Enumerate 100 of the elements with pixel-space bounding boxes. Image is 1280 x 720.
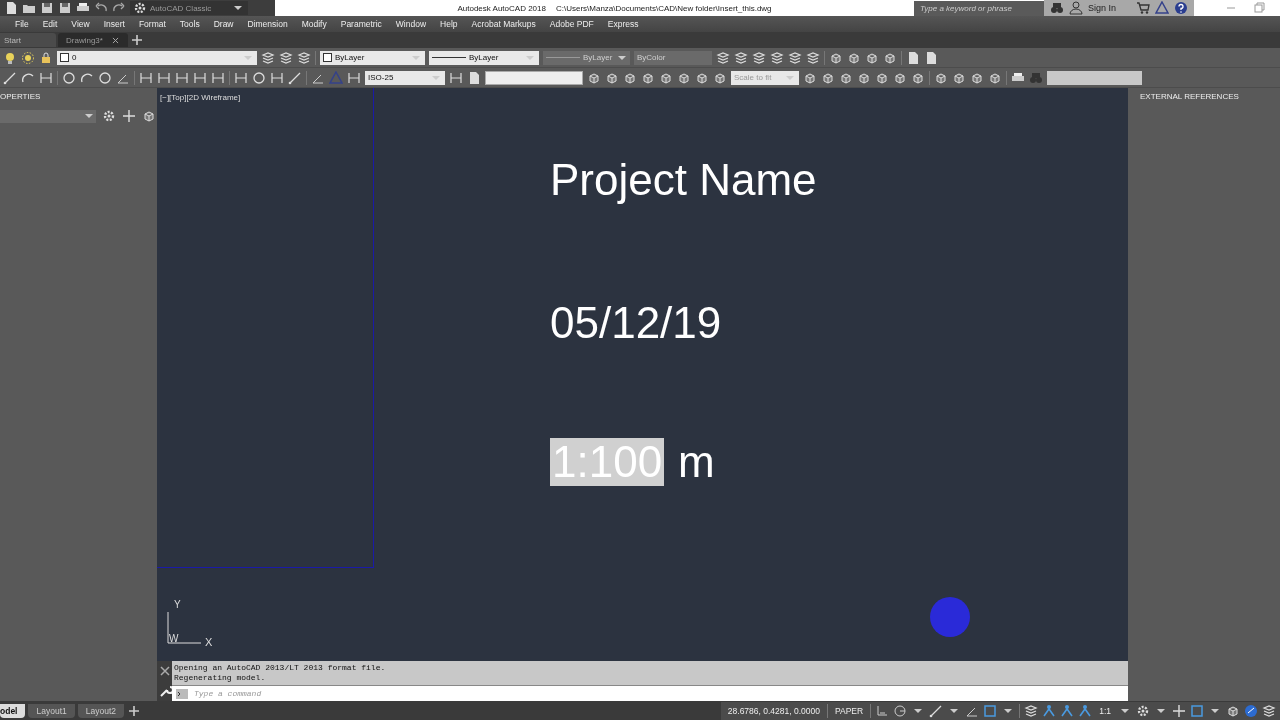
unit-text: m — [678, 440, 715, 484]
file-tab[interactable]: Start — [0, 33, 56, 47]
color-dropdown[interactable]: ByLayer — [320, 50, 425, 65]
menu-item[interactable]: Acrobat Markups — [464, 19, 543, 29]
file-icon[interactable] — [467, 70, 481, 85]
ucs-drawing: Y W X — [165, 598, 217, 648]
dimension-icon[interactable] — [39, 70, 53, 85]
plus-icon[interactable] — [129, 33, 144, 47]
menu-item[interactable]: Edit — [35, 19, 65, 29]
circle-icon[interactable] — [252, 70, 266, 85]
layers-icon[interactable] — [806, 50, 820, 65]
circle-icon[interactable] — [98, 70, 112, 85]
lock-icon[interactable] — [39, 50, 53, 65]
crosshair-icon[interactable] — [1172, 704, 1186, 718]
dimension-icon[interactable] — [347, 70, 361, 85]
menu-item[interactable]: Help — [433, 19, 465, 29]
arc-icon[interactable] — [21, 70, 35, 85]
cube-icon[interactable] — [1226, 704, 1240, 718]
figure-icon[interactable] — [1060, 704, 1075, 718]
menu-item[interactable]: Format — [131, 19, 173, 29]
menu-item[interactable]: Tools — [172, 19, 207, 29]
dimension-icon[interactable] — [449, 70, 463, 85]
circle-icon[interactable] — [62, 70, 76, 85]
square-icon[interactable] — [1190, 704, 1204, 718]
line-icon[interactable] — [3, 70, 17, 85]
layers-icon[interactable] — [1024, 704, 1039, 718]
cursor-highlight — [930, 597, 970, 637]
gear-icon[interactable] — [102, 109, 116, 123]
layers-icon[interactable] — [752, 50, 766, 65]
close-icon[interactable] — [157, 664, 172, 678]
sun-icon[interactable] — [21, 50, 35, 65]
file-tab[interactable]: Drawing3* — [58, 33, 128, 47]
text-field[interactable] — [485, 70, 583, 85]
dimension-icon[interactable] — [139, 70, 153, 85]
layers-icon[interactable] — [788, 50, 802, 65]
cube-icon[interactable] — [142, 109, 156, 123]
save-icon[interactable] — [40, 1, 54, 15]
layer-dropdown[interactable]: 0 — [57, 50, 257, 65]
binoculars-icon[interactable] — [1050, 1, 1064, 15]
polar-icon[interactable] — [893, 704, 908, 718]
menu-item[interactable]: View — [64, 19, 97, 29]
command-field[interactable]: Type a command — [192, 688, 1128, 699]
dim-style-dropdown[interactable]: ISO-25 — [365, 70, 445, 85]
line-icon[interactable] — [929, 704, 944, 718]
dimension-icon[interactable] — [193, 70, 207, 85]
layers-icon[interactable] — [1262, 704, 1276, 718]
menu-item[interactable]: File — [8, 19, 36, 29]
search-field[interactable]: Type a keyword or phrase — [914, 0, 1044, 16]
layers-icon[interactable] — [770, 50, 784, 65]
figure-icon[interactable] — [1078, 704, 1093, 718]
sign-in-link[interactable]: Sign In — [1088, 3, 1131, 13]
arc-icon[interactable] — [80, 70, 94, 85]
linetype-dropdown[interactable]: ByLayer — [429, 50, 539, 65]
dimension-icon[interactable] — [157, 70, 171, 85]
dimension-icon[interactable] — [270, 70, 284, 85]
layers-icon[interactable] — [297, 50, 311, 65]
space-toggle[interactable]: PAPER — [832, 706, 867, 716]
save-icon[interactable] — [58, 1, 72, 15]
view-dropdown[interactable] — [1047, 70, 1142, 85]
menu-item[interactable]: Dimension — [240, 19, 295, 29]
menu-item[interactable]: Draw — [206, 19, 241, 29]
layout-tab[interactable]: Layout2 — [77, 704, 124, 718]
snap-icon[interactable] — [875, 704, 890, 718]
layers-icon[interactable] — [261, 50, 275, 65]
dimension-icon[interactable] — [234, 70, 248, 85]
menu-item[interactable]: Modify — [294, 19, 334, 29]
file-path: C:\Users\Manza\Documents\CAD\New folder\Insert_this.dwg — [555, 3, 772, 13]
layout-tab[interactable]: odel — [0, 704, 26, 718]
layers-icon[interactable] — [716, 50, 730, 65]
figure-icon[interactable] — [1042, 704, 1057, 718]
menu-item[interactable]: Adobe PDF — [542, 19, 601, 29]
file-icon[interactable] — [906, 50, 920, 65]
menu-item[interactable]: Express — [600, 19, 646, 29]
file-icon[interactable] — [924, 50, 938, 65]
dimension-icon[interactable] — [211, 70, 225, 85]
lineweight-dropdown[interactable]: ByLayer — [543, 50, 630, 65]
help-icon[interactable] — [1174, 1, 1188, 15]
user-icon — [1069, 1, 1083, 15]
cart-icon[interactable] — [1136, 1, 1150, 15]
triangle-icon[interactable] — [1155, 1, 1169, 15]
annotation-scale[interactable]: 1:1 — [1096, 706, 1114, 716]
close-icon[interactable] — [110, 35, 120, 45]
menu-item[interactable]: Insert — [96, 19, 132, 29]
layout-tab[interactable]: Layout1 — [28, 704, 75, 718]
gear-icon[interactable] — [1136, 704, 1150, 718]
menu-item[interactable]: Window — [388, 19, 434, 29]
crosshair-icon[interactable] — [122, 109, 136, 123]
plus-icon[interactable] — [127, 704, 141, 718]
project-title: Project Name — [550, 158, 817, 202]
command-history-line: Regenerating model. — [174, 673, 267, 683]
bulb-icon[interactable] — [3, 50, 17, 65]
menu-item[interactable]: Parametric — [333, 19, 389, 29]
dimension-icon[interactable] — [175, 70, 189, 85]
workspace-dropdown[interactable]: AutoCAD Classic — [130, 1, 248, 15]
plot-style-dropdown[interactable]: ByColor — [634, 50, 712, 65]
viewport-label[interactable]: [−][Top][2D Wireframe] — [160, 93, 241, 102]
layers-icon[interactable] — [734, 50, 748, 65]
command-bar[interactable]: Type a command — [172, 685, 1128, 701]
layers-icon[interactable] — [279, 50, 293, 65]
line-icon[interactable] — [288, 70, 302, 85]
